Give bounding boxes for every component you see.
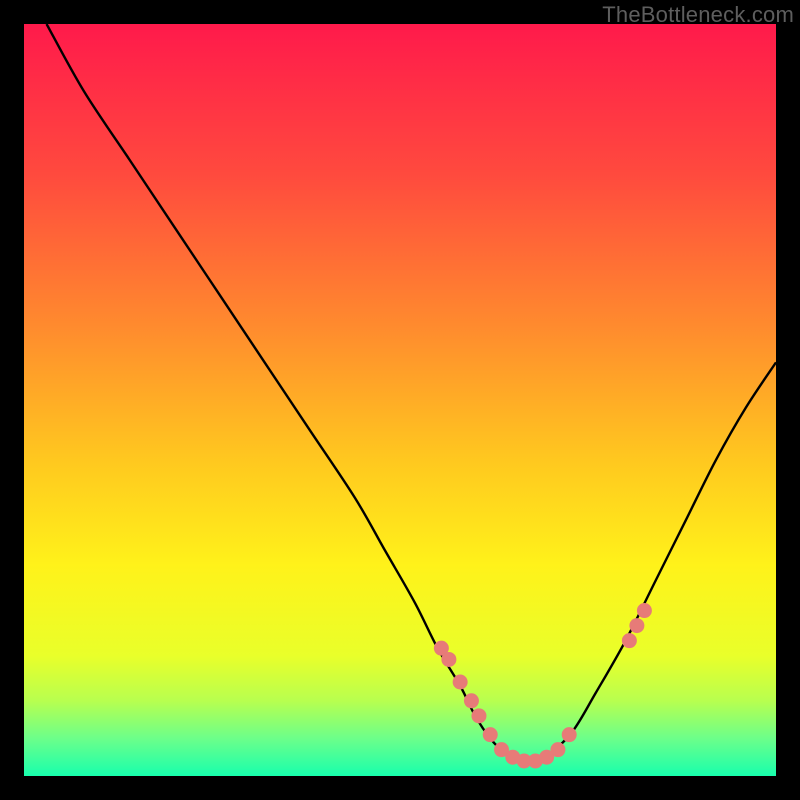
data-point bbox=[471, 708, 486, 723]
data-point bbox=[441, 652, 456, 667]
data-point bbox=[629, 618, 644, 633]
bottleneck-chart bbox=[24, 24, 776, 776]
data-point bbox=[453, 675, 468, 690]
data-point bbox=[622, 633, 637, 648]
gradient-backdrop bbox=[24, 24, 776, 776]
data-point bbox=[562, 727, 577, 742]
data-point bbox=[637, 603, 652, 618]
data-point bbox=[550, 742, 565, 757]
data-point bbox=[464, 693, 479, 708]
chart-frame bbox=[24, 24, 776, 776]
data-point bbox=[483, 727, 498, 742]
